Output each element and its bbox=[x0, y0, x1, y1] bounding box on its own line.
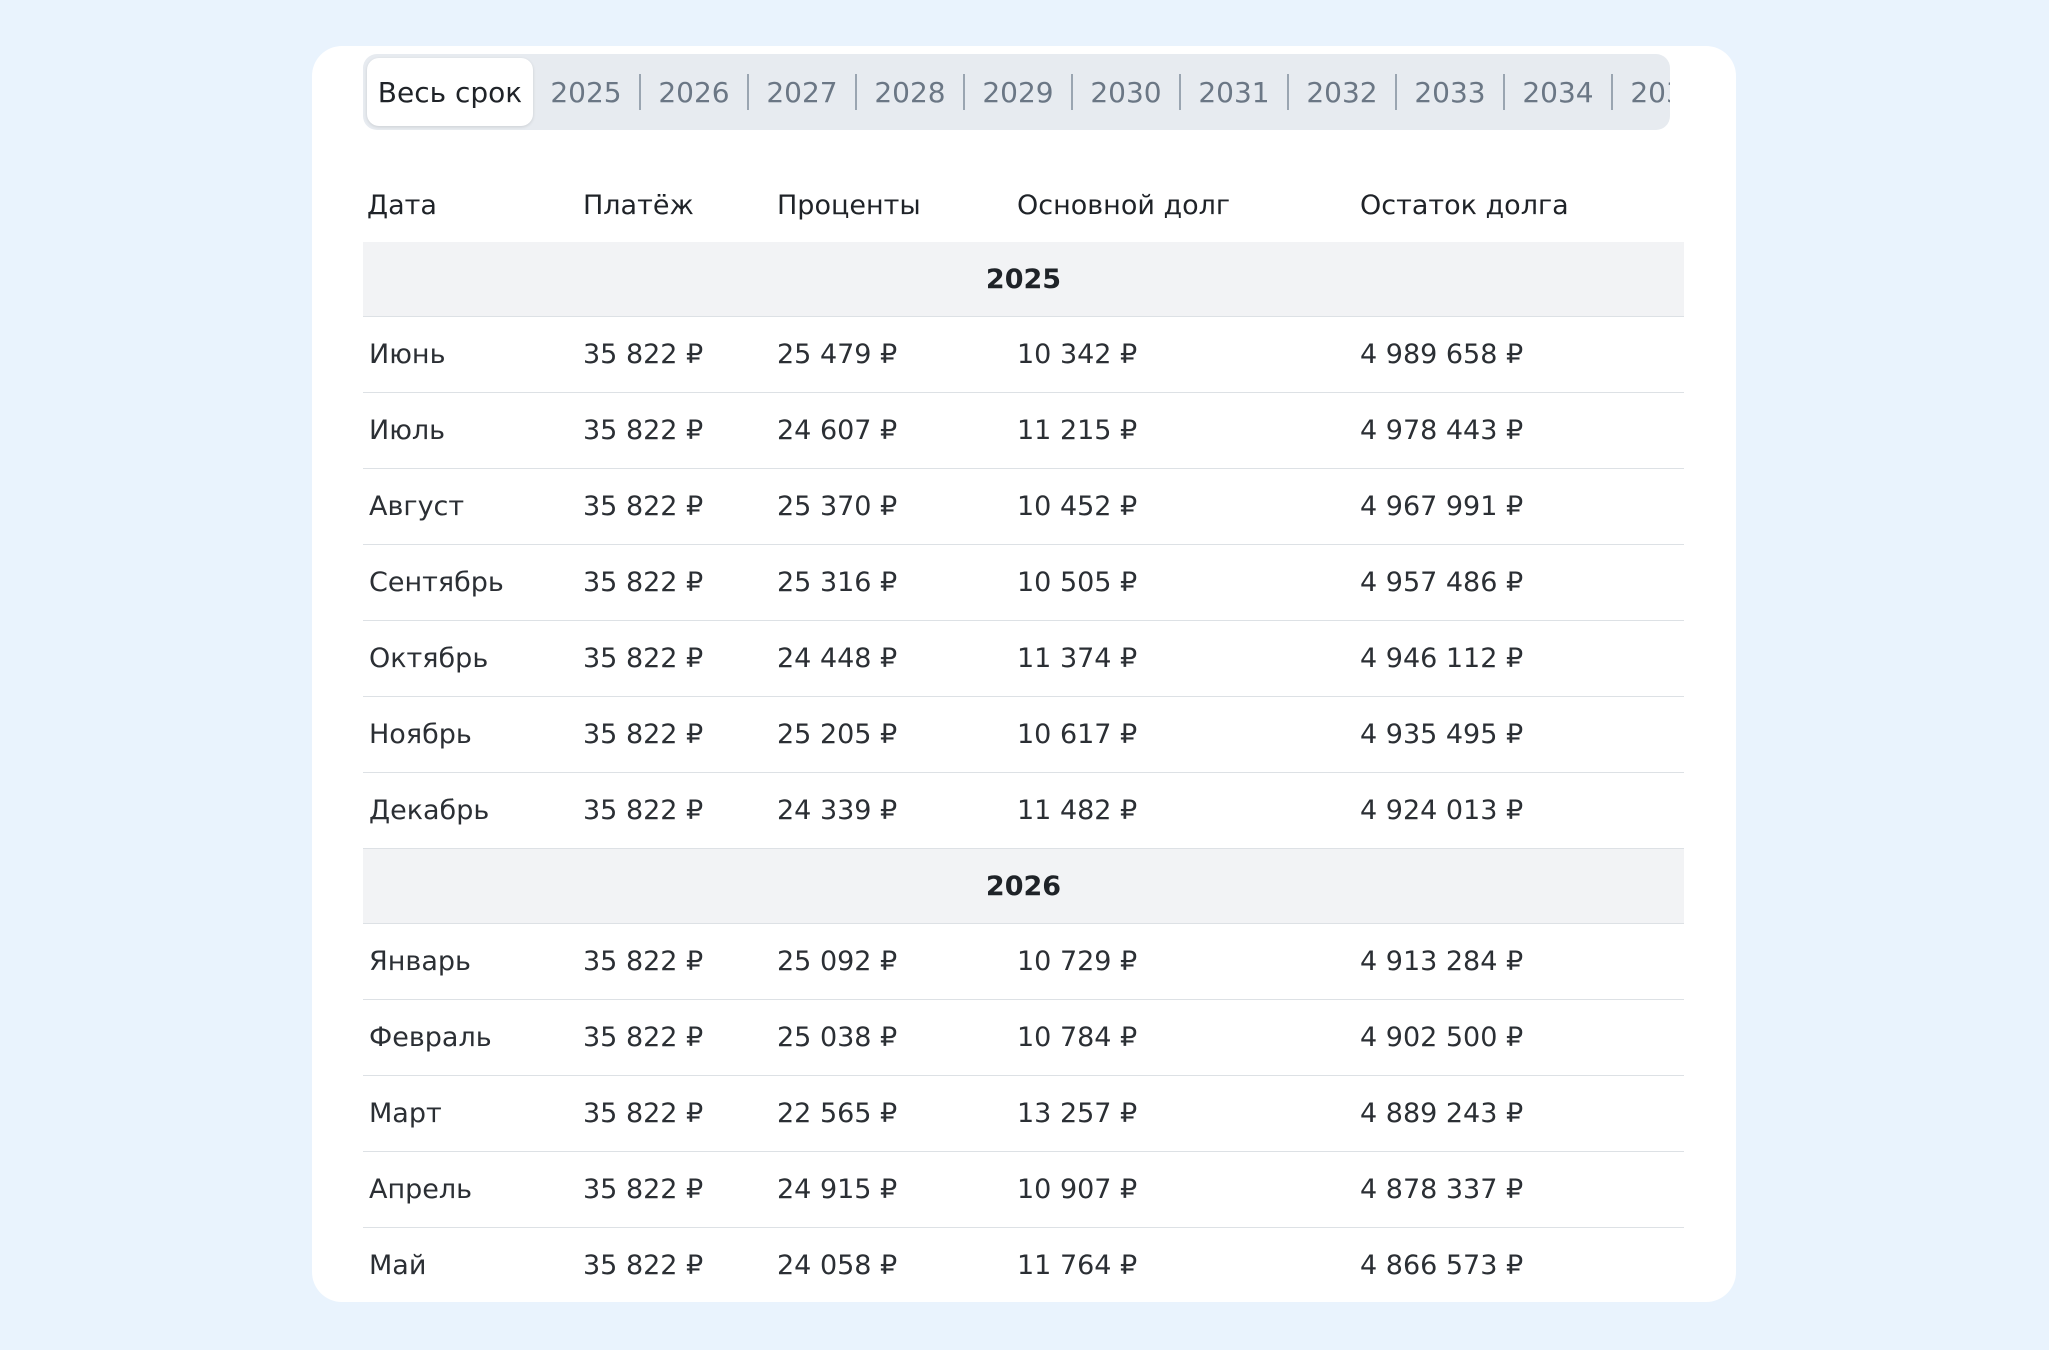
cell-interest: 25 092 ₽ bbox=[777, 946, 898, 977]
cell-month: Январь bbox=[369, 946, 471, 977]
table-row: Февраль 35 822 ₽ 25 038 ₽ 10 784 ₽ 4 902 500… bbox=[363, 1000, 1684, 1076]
table-row: Январь 35 822 ₽ 25 092 ₽ 10 729 ₽ 4 913 284 … bbox=[363, 924, 1684, 1000]
cell-interest: 25 370 ₽ bbox=[777, 491, 898, 522]
cell-interest: 24 058 ₽ bbox=[777, 1250, 898, 1281]
tab-2028[interactable]: 2028 bbox=[857, 54, 963, 130]
cell-principal: 10 617 ₽ bbox=[1017, 719, 1138, 750]
cell-payment: 35 822 ₽ bbox=[583, 1022, 704, 1053]
table-row: Сентябрь 35 822 ₽ 25 316 ₽ 10 505 ₽ 4 957 48… bbox=[363, 545, 1684, 621]
cell-principal: 11 482 ₽ bbox=[1017, 795, 1138, 826]
cell-month: Декабрь bbox=[369, 795, 490, 826]
year-group-header: 2025 bbox=[363, 242, 1684, 317]
table-row: Август 35 822 ₽ 25 370 ₽ 10 452 ₽ 4 967 991 … bbox=[363, 469, 1684, 545]
page-background: Весь срок 2025 2026 2027 2028 2029 2030 … bbox=[0, 0, 2049, 1350]
tab-2032[interactable]: 2032 bbox=[1289, 54, 1395, 130]
cell-balance: 4 878 337 ₽ bbox=[1360, 1174, 1524, 1205]
cell-principal: 10 505 ₽ bbox=[1017, 567, 1138, 598]
tab-2033[interactable]: 2033 bbox=[1397, 54, 1503, 130]
header-date: Дата bbox=[367, 189, 437, 221]
cell-principal: 11 215 ₽ bbox=[1017, 415, 1138, 446]
cell-payment: 35 822 ₽ bbox=[583, 1174, 704, 1205]
tab-2035[interactable]: 2035 bbox=[1613, 54, 1670, 130]
cell-principal: 10 907 ₽ bbox=[1017, 1174, 1138, 1205]
cell-payment: 35 822 ₽ bbox=[583, 567, 704, 598]
cell-month: Июль bbox=[369, 415, 446, 446]
tab-2030[interactable]: 2030 bbox=[1073, 54, 1179, 130]
table-row: Декабрь 35 822 ₽ 24 339 ₽ 11 482 ₽ 4 924 013… bbox=[363, 773, 1684, 849]
tab-2029[interactable]: 2029 bbox=[965, 54, 1071, 130]
cell-balance: 4 935 495 ₽ bbox=[1360, 719, 1524, 750]
header-principal: Основной долг bbox=[1017, 189, 1231, 221]
cell-month: Август bbox=[369, 491, 465, 522]
cell-balance: 4 866 573 ₽ bbox=[1360, 1250, 1524, 1281]
cell-principal: 10 729 ₽ bbox=[1017, 946, 1138, 977]
header-payment: Платёж bbox=[583, 189, 694, 221]
tab-2026[interactable]: 2026 bbox=[641, 54, 747, 130]
table-row: Июль 35 822 ₽ 24 607 ₽ 11 215 ₽ 4 978 443 ₽ bbox=[363, 393, 1684, 469]
cell-principal: 13 257 ₽ bbox=[1017, 1098, 1138, 1129]
cell-balance: 4 902 500 ₽ bbox=[1360, 1022, 1524, 1053]
payment-schedule-table: Дата Платёж Проценты Основной долг Остат… bbox=[363, 168, 1684, 1302]
table-row: Апрель 35 822 ₽ 24 915 ₽ 10 907 ₽ 4 878 337 … bbox=[363, 1152, 1684, 1228]
cell-payment: 35 822 ₽ bbox=[583, 1098, 704, 1129]
cell-payment: 35 822 ₽ bbox=[583, 795, 704, 826]
cell-interest: 24 607 ₽ bbox=[777, 415, 898, 446]
cell-balance: 4 913 284 ₽ bbox=[1360, 946, 1524, 977]
year-group-header: 2026 bbox=[363, 849, 1684, 924]
header-interest: Проценты bbox=[777, 189, 921, 221]
cell-principal: 10 342 ₽ bbox=[1017, 339, 1138, 370]
tab-2031[interactable]: 2031 bbox=[1181, 54, 1287, 130]
cell-month: Октябрь bbox=[369, 643, 489, 674]
cell-payment: 35 822 ₽ bbox=[583, 491, 704, 522]
table-row: Май 35 822 ₽ 24 058 ₽ 11 764 ₽ 4 866 573 ₽ bbox=[363, 1228, 1684, 1302]
cell-principal: 11 764 ₽ bbox=[1017, 1250, 1138, 1281]
cell-interest: 24 915 ₽ bbox=[777, 1174, 898, 1205]
year-tabs: Весь срок 2025 2026 2027 2028 2029 2030 … bbox=[363, 54, 1670, 130]
cell-payment: 35 822 ₽ bbox=[583, 643, 704, 674]
tab-2025[interactable]: 2025 bbox=[533, 54, 639, 130]
cell-balance: 4 957 486 ₽ bbox=[1360, 567, 1524, 598]
cell-interest: 22 565 ₽ bbox=[777, 1098, 898, 1129]
cell-interest: 25 316 ₽ bbox=[777, 567, 898, 598]
tab-full-term[interactable]: Весь срок bbox=[367, 58, 533, 126]
cell-payment: 35 822 ₽ bbox=[583, 719, 704, 750]
cell-payment: 35 822 ₽ bbox=[583, 946, 704, 977]
cell-payment: 35 822 ₽ bbox=[583, 1250, 704, 1281]
cell-balance: 4 889 243 ₽ bbox=[1360, 1098, 1524, 1129]
cell-principal: 11 374 ₽ bbox=[1017, 643, 1138, 674]
cell-month: Февраль bbox=[369, 1022, 492, 1053]
cell-principal: 10 452 ₽ bbox=[1017, 491, 1138, 522]
cell-month: Май bbox=[369, 1250, 427, 1281]
header-balance: Остаток долга bbox=[1360, 189, 1569, 221]
cell-month: Сентябрь bbox=[369, 567, 504, 598]
cell-interest: 24 448 ₽ bbox=[777, 643, 898, 674]
cell-balance: 4 978 443 ₽ bbox=[1360, 415, 1524, 446]
cell-month: Июнь bbox=[369, 339, 446, 370]
table-body: 2025 Июнь 35 822 ₽ 25 479 ₽ 10 342 ₽ 4 989 65… bbox=[363, 242, 1684, 1302]
cell-balance: 4 924 013 ₽ bbox=[1360, 795, 1524, 826]
tab-2027[interactable]: 2027 bbox=[749, 54, 855, 130]
cell-payment: 35 822 ₽ bbox=[583, 339, 704, 370]
table-row: Март 35 822 ₽ 22 565 ₽ 13 257 ₽ 4 889 243 ₽ bbox=[363, 1076, 1684, 1152]
cell-month: Март bbox=[369, 1098, 442, 1129]
cell-interest: 25 479 ₽ bbox=[777, 339, 898, 370]
cell-payment: 35 822 ₽ bbox=[583, 415, 704, 446]
table-header: Дата Платёж Проценты Основной долг Остат… bbox=[363, 168, 1684, 242]
cell-balance: 4 946 112 ₽ bbox=[1360, 643, 1524, 674]
cell-interest: 25 205 ₽ bbox=[777, 719, 898, 750]
payment-schedule-card: Весь срок 2025 2026 2027 2028 2029 2030 … bbox=[312, 46, 1736, 1302]
cell-balance: 4 967 991 ₽ bbox=[1360, 491, 1524, 522]
tab-2034[interactable]: 2034 bbox=[1505, 54, 1611, 130]
table-row: Ноябрь 35 822 ₽ 25 205 ₽ 10 617 ₽ 4 935 495 … bbox=[363, 697, 1684, 773]
table-row: Июнь 35 822 ₽ 25 479 ₽ 10 342 ₽ 4 989 658 ₽ bbox=[363, 317, 1684, 393]
table-row: Октябрь 35 822 ₽ 24 448 ₽ 11 374 ₽ 4 946 112… bbox=[363, 621, 1684, 697]
cell-month: Апрель bbox=[369, 1174, 473, 1205]
cell-balance: 4 989 658 ₽ bbox=[1360, 339, 1524, 370]
cell-month: Ноябрь bbox=[369, 719, 472, 750]
cell-principal: 10 784 ₽ bbox=[1017, 1022, 1138, 1053]
cell-interest: 24 339 ₽ bbox=[777, 795, 898, 826]
cell-interest: 25 038 ₽ bbox=[777, 1022, 898, 1053]
